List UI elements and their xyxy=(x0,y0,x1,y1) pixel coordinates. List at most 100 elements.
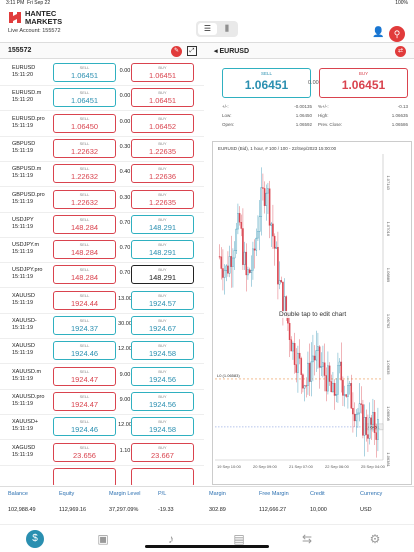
buy-price-button[interactable]: BUY 148.291 xyxy=(131,214,194,234)
watchlist-row[interactable]: XAUUSD+ 15:11:19 SELL 1924.46 12.00 BUY 1924.5… xyxy=(0,414,204,441)
sell-price-button[interactable]: SELL 1924.46 xyxy=(53,417,116,437)
candle xyxy=(303,385,306,389)
watchlist-row[interactable]: XAUUSD 15:11:19 SELL 1924.44 13.00 BUY 1924.57 xyxy=(0,288,204,314)
account-label: Live Account: 155572 xyxy=(8,28,61,34)
sell-price-button[interactable]: SELL 1924.47 xyxy=(53,391,116,411)
candle xyxy=(333,382,336,396)
sell-price-button[interactable]: SELL 1924.47 xyxy=(53,366,116,386)
buy-price-button[interactable]: BUY 1924.67 xyxy=(131,316,194,335)
buy-price-button[interactable]: BUY 1.06451 xyxy=(131,63,194,82)
sell-price-button[interactable]: SELL 1924.44 xyxy=(53,290,116,310)
sell-button[interactable]: SELL 1.06451 xyxy=(222,68,311,98)
watchlist-row[interactable]: GBPUSD.pro 15:11:19 SELL 1.22632 0.30 BUY 1.22… xyxy=(0,187,204,213)
watchlist-row[interactable]: USDJPY.m 15:11:19 SELL 148.284 0.70 BUY 148.29… xyxy=(0,237,204,264)
sell-price-button[interactable]: SELL 1.06451 xyxy=(53,88,116,108)
watchlist-row[interactable]: XAUUSD.m 15:11:19 SELL 1924.47 9.00 BUY 1924.5… xyxy=(0,364,204,390)
candle xyxy=(315,350,318,361)
buy-price-button[interactable]: BUY 1.22635 xyxy=(131,189,194,209)
watchlist-row[interactable]: EURUSD 15:11:20 SELL 1.06451 0.00 BUY 1.06451 xyxy=(0,60,204,86)
symbol-name: EURUSD 15:11:20 xyxy=(12,65,36,78)
buy-price-button[interactable]: BUY 1924.58 xyxy=(131,341,194,361)
sell-price-button[interactable]: SELL 1.06450 xyxy=(53,113,116,133)
list-view-icon[interactable]: ☰ xyxy=(198,23,217,35)
sell-price-button[interactable]: SELL 148.284 xyxy=(53,214,116,234)
candle xyxy=(325,375,328,392)
candle xyxy=(280,280,283,283)
swap-icon[interactable]: ⇄ xyxy=(395,46,406,57)
stat-label: Low: xyxy=(222,113,232,118)
candle xyxy=(295,364,298,373)
account-id: 155572 xyxy=(8,47,32,54)
candle xyxy=(300,358,303,375)
summary-label: Balance xyxy=(8,491,28,497)
buy-price-button[interactable]: BUY 1.06451 xyxy=(131,88,194,108)
symbol-name: USDJPY.pro 15:11:19 xyxy=(12,267,43,281)
edit-icon[interactable]: ✎ xyxy=(171,46,182,57)
buy-price-button[interactable]: BUY 148.291 xyxy=(131,240,194,260)
summary-value: 10,000 xyxy=(310,507,327,513)
buy-price-button[interactable]: BUY 1924.57 xyxy=(131,290,194,310)
chart-view-icon[interactable]: ⫼ xyxy=(218,23,236,35)
candle xyxy=(297,352,299,373)
watchlist-row[interactable]: XAUUSD- 15:11:19 SELL 1924.37 30.00 BUY 1924.6… xyxy=(0,313,204,339)
candle xyxy=(358,403,361,414)
markets-tab-icon[interactable]: $ xyxy=(26,530,44,548)
watchlist-row[interactable]: GBPUSD.m 15:11:19 SELL 1.22632 0.40 BUY 1.2263… xyxy=(0,161,204,188)
candle xyxy=(375,432,378,440)
sell-price-button[interactable]: SELL 1.22632 xyxy=(53,164,116,184)
transfer-tab-icon[interactable]: ⇆ xyxy=(298,530,316,548)
buy-price-button[interactable]: BUY 1924.56 xyxy=(131,366,194,386)
candle xyxy=(377,419,379,440)
watchlist-row[interactable] xyxy=(0,465,204,485)
candle xyxy=(238,213,241,223)
buy-price-button[interactable]: BUY 1.22635 xyxy=(131,138,194,158)
sell-price-button[interactable]: SELL 148.284 xyxy=(53,240,116,260)
sell-price-button[interactable]: SELL 1.22632 xyxy=(53,138,116,158)
buy-price-button[interactable]: BUY 1.22636 xyxy=(131,164,194,184)
candle xyxy=(258,216,261,232)
x-tick-label: 25 Sep 04:00 xyxy=(361,464,386,469)
watchlist-row[interactable]: GBPUSD 15:11:19 SELL 1.22632 0.30 BUY 1.22635 xyxy=(0,136,204,162)
buy-price-button[interactable]: BUY 23.667 xyxy=(131,442,194,462)
sell-price-button[interactable]: SELL 1924.37 xyxy=(53,316,116,335)
sell-price-button[interactable]: SELL 1924.46 xyxy=(53,341,116,361)
buy-price-button[interactable]: BUY 1924.58 xyxy=(131,417,194,437)
candle xyxy=(250,270,253,273)
sell-price-button[interactable]: SELL 148.284 xyxy=(53,265,116,285)
candle xyxy=(273,235,276,249)
summary-value: -19.33 xyxy=(158,507,174,513)
sell-price-button[interactable] xyxy=(53,467,116,485)
toolbar: 155572 ✎ ⤢ ◂ EURUSD ⇄ xyxy=(0,42,414,59)
user-icon[interactable]: 👤 xyxy=(372,27,384,38)
status-bar: 3:11 PM Fri Sep 22 100% xyxy=(0,0,414,7)
candle xyxy=(290,339,293,352)
sell-price-button[interactable]: SELL 23.656 xyxy=(53,442,116,462)
watchlist-row[interactable]: USDJPY.pro 15:11:19 SELL 148.284 0.70 BUY 148.… xyxy=(0,262,204,289)
portfolio-tab-icon[interactable]: ▣ xyxy=(94,530,112,548)
buy-price-button[interactable]: BUY 148.291 xyxy=(131,265,194,285)
buy-price-button[interactable]: BUY 1.06452 xyxy=(131,113,194,133)
expand-icon[interactable]: ⤢ xyxy=(187,46,197,56)
watchlist-row[interactable]: XAGUSD 15:11:19 SELL 23.656 1.10 BUY 23.667 xyxy=(0,440,204,466)
buy-button[interactable]: BUY 1.06451 xyxy=(319,68,408,98)
candle xyxy=(350,383,353,409)
summary-value: 112,666.27 xyxy=(259,507,287,513)
sell-price-button[interactable]: SELL 1.22632 xyxy=(53,189,116,209)
candle xyxy=(265,192,268,206)
watchlist-row[interactable]: EURUSD.pro 15:11:19 SELL 1.06450 0.00 BUY 1.06… xyxy=(0,111,204,137)
buy-price-button[interactable]: BUY 1924.56 xyxy=(131,391,194,411)
buy-price-button[interactable] xyxy=(131,467,194,485)
watchlist-row[interactable]: XAUUSD.pro 15:11:19 SELL 1924.47 9.00 BUY 1924… xyxy=(0,389,204,415)
watchlist-row[interactable]: USDJPY 15:11:19 SELL 148.284 0.70 BUY 148.291 xyxy=(0,212,204,238)
view-toggle[interactable]: ☰ ⫼ xyxy=(196,21,238,37)
price-chart[interactable]: EURUSD (Bid), 1 hour, # 100 / 100 - 22/S… xyxy=(212,141,412,485)
sell-price-button[interactable]: SELL 1.06451 xyxy=(53,63,116,82)
settings-tab-icon[interactable]: ⚙ xyxy=(366,530,384,548)
candle xyxy=(253,248,256,251)
search-button[interactable]: ⚲ xyxy=(389,26,405,42)
candle xyxy=(227,265,229,274)
x-tick-label: 21 Sep 07:00 xyxy=(289,464,314,469)
watchlist-row[interactable]: XAUUSD 15:11:19 SELL 1924.46 12.00 BUY 1924.58 xyxy=(0,338,204,365)
watchlist-row[interactable]: EURUSD.m 15:11:20 SELL 1.06451 0.00 BUY 1.0645… xyxy=(0,85,204,112)
stat-label: %+/-: xyxy=(318,104,329,109)
